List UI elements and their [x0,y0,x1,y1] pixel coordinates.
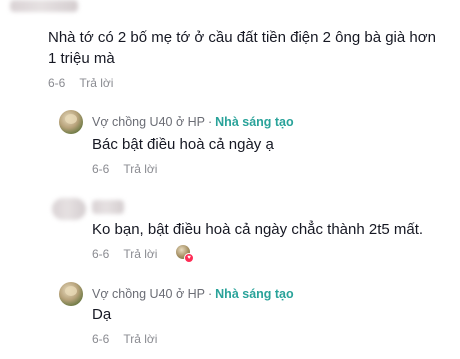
reply-date: 6-6 [92,162,110,176]
creator-badge: Nhà sáng tạo [215,115,294,129]
reply-button[interactable]: Trả lời [123,247,157,261]
creator-badge: Nhà sáng tạo [215,287,294,301]
reply-button[interactable]: Trả lời [79,76,113,90]
reply-date: 6-6 [92,247,110,261]
reply-meta: 6-6 Trả lời [92,246,157,262]
reply-date: 6-6 [92,332,110,346]
blurred-avatar [52,198,86,220]
reply-button[interactable]: Trả lời [123,162,157,176]
reply-text: Ko bạn, bật điều hoà cả ngày chẳc thành … [92,221,424,238]
blurred-username [92,200,124,214]
blurred-username [10,0,78,12]
reply-author-name[interactable]: Vợ chồng U40 ở HP [92,287,205,301]
reply-author-name[interactable]: Vợ chồng U40 ở HP [92,115,205,129]
avatar[interactable] [59,282,83,306]
reply-meta: 6-6 Trả lời [92,161,157,177]
comment-text-line-1: Nhà tớ có 2 bố mẹ tớ ở cầu đất tiền điện… [48,29,436,46]
separator-dot: · [207,115,213,129]
reply-author-line: Vợ chồng U40 ở HP · Nhà sáng tạo [92,114,294,130]
avatar[interactable] [59,110,83,134]
reply-button[interactable]: Trả lời [123,332,157,346]
comment-thread: Nhà tớ có 2 bố mẹ tớ ở cầu đất tiền điện… [0,0,460,359]
reply-meta: 6-6 Trả lời [92,331,157,347]
comment-date: 6-6 [48,76,66,90]
separator-dot: · [207,287,213,301]
comment-text-line-2: 1 triệu mà [48,50,115,67]
heart-icon: ♥ [184,253,194,263]
reply-text: Dạ [92,306,112,323]
reply-text: Bác bật điều hoà cả ngày ạ [92,136,274,153]
reply-author-line: Vợ chồng U40 ở HP · Nhà sáng tạo [92,286,294,302]
comment-meta: 6-6 Trả lời [48,75,113,91]
